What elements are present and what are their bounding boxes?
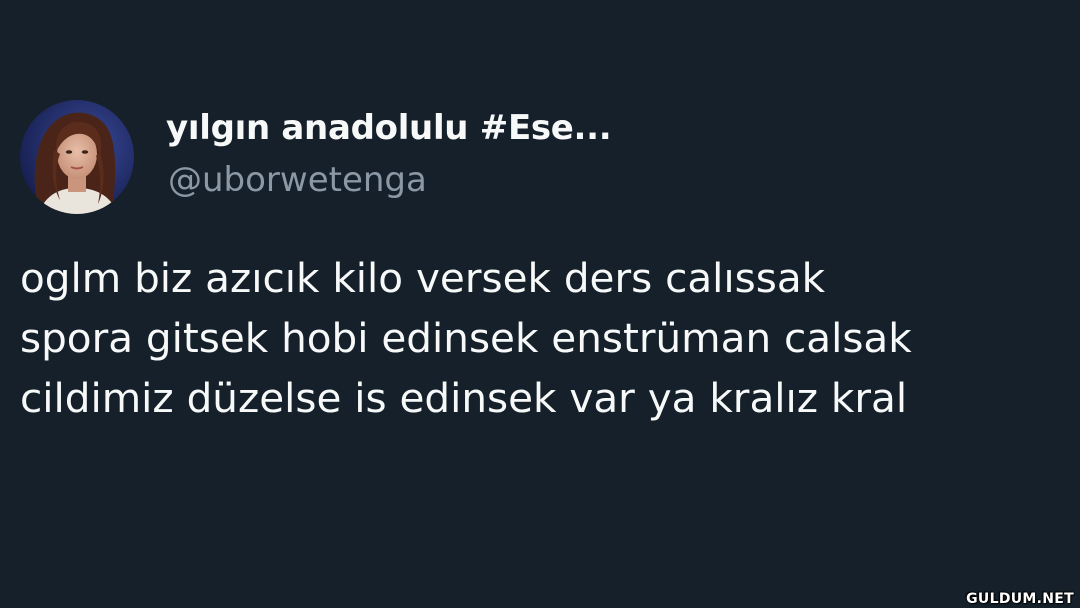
watermark: GULDUM.NET [966, 591, 1074, 607]
tweet-text-line: spora gitsek hobi edinsek enstrüman cals… [20, 314, 912, 362]
tweet-text: oglm biz azıcık kilo versek ders calıssa… [20, 248, 1070, 428]
avatar[interactable] [20, 100, 134, 214]
tweet-text-line: oglm biz azıcık kilo versek ders calıssa… [20, 254, 826, 302]
tweet-card: yılgın anadolulu #Ese... @uborwetenga og… [0, 0, 1080, 608]
tweet-text-line: cildimiz düzelse is edinsek var ya kralı… [20, 374, 908, 422]
display-name[interactable]: yılgın anadolulu #Ese... [166, 106, 612, 150]
user-handle[interactable]: @uborwetenga [168, 158, 427, 202]
avatar-image [20, 100, 134, 214]
